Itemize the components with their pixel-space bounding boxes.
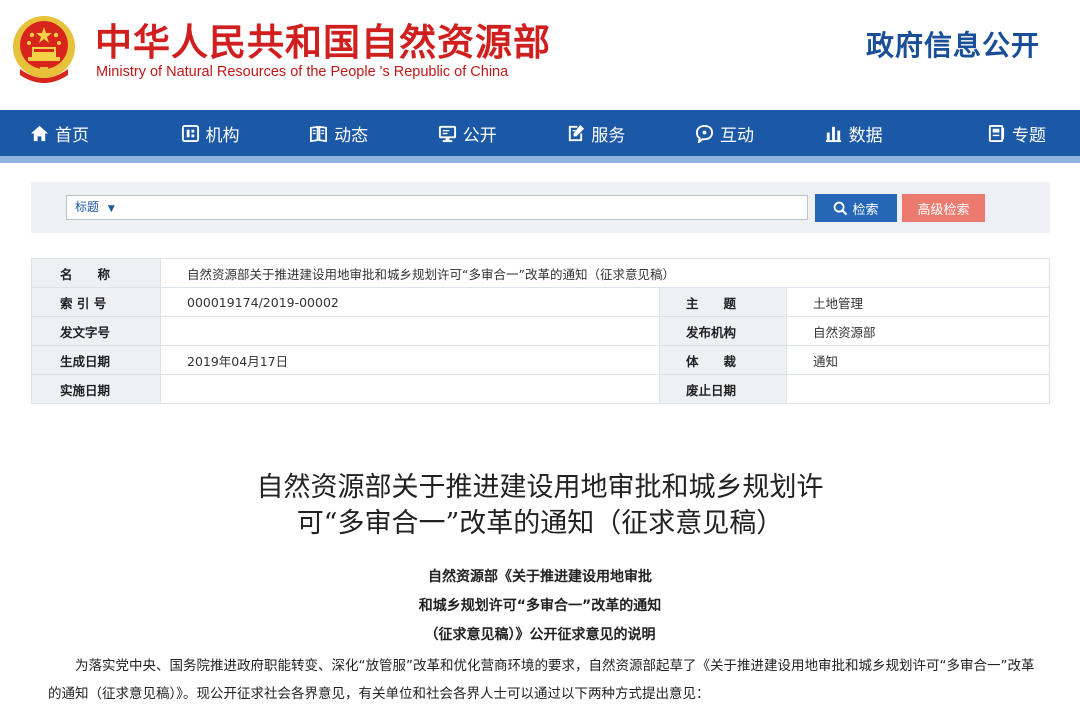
meta-label: 名 称: [31, 258, 161, 288]
search-button[interactable]: 检索: [815, 194, 897, 222]
search-icon: [834, 201, 848, 215]
document-title: 自然资源部关于推进建设用地审批和城乡规划许 可“多审合一”改革的通知（征求意见稿…: [0, 470, 1080, 542]
meta-value: [160, 316, 660, 346]
bar-chart-icon: [825, 126, 841, 142]
meta-label: 生成日期: [31, 345, 161, 375]
meta-label: 废止日期: [659, 374, 787, 404]
national-emblem-icon: [13, 16, 75, 83]
document-title-line: 可“多审合一”改革的通知（征求意见稿）: [296, 508, 784, 539]
monitor-icon: [438, 125, 456, 142]
meta-label: 发文字号: [31, 316, 161, 346]
meta-label: 主 题: [659, 287, 787, 317]
main-nav: 首页 机构 动态 公开 服务 互动 数据 专题: [0, 110, 1080, 163]
table-row: 实施日期 废止日期: [31, 374, 1050, 404]
ministry-cn-name: 中华人民共和国自然资源部: [95, 21, 551, 64]
subtitle-line: （征求意见稿）》公开征求意见的说明: [424, 627, 656, 643]
meta-value: 土地管理: [786, 287, 1050, 317]
table-row: 索 引 号 000019174/2019-00002 主 题 土地管理: [31, 287, 1050, 317]
search-input[interactable]: [132, 197, 796, 220]
book-icon: [310, 125, 328, 142]
search-button-label: 检索: [852, 202, 879, 218]
nav-label: 公开: [462, 125, 497, 146]
nav-label: 首页: [55, 125, 89, 146]
document-title-line: 自然资源部关于推进建设用地审批和城乡规划许: [256, 472, 824, 503]
nav-label: 数据: [848, 125, 883, 146]
search-box: 标题 ▼: [66, 195, 808, 220]
meta-label: 体 裁: [659, 345, 787, 375]
document-meta-table: 名 称 自然资源部关于推进建设用地审批和城乡规划许可“多审合一”改革的通知（征求…: [31, 258, 1050, 404]
nav-item-news[interactable]: 动态: [274, 110, 403, 156]
nav-item-interact[interactable]: 互动: [660, 110, 789, 156]
meta-value: [786, 374, 1050, 404]
gov-info-open-title: 政府信息公开: [865, 29, 1040, 62]
nav-item-service[interactable]: 服务: [532, 110, 661, 156]
nav-label: 互动: [719, 125, 754, 146]
meta-value: 通知: [786, 345, 1050, 375]
subtitle-line: 和城乡规划许可“多审合一”改革的通知: [418, 598, 662, 614]
body-paragraph: 为落实党中央、国务院推进政府职能转变、深化“放管服”改革和优化营商环境的要求，自…: [48, 658, 1035, 702]
nav-item-org[interactable]: 机构: [146, 110, 275, 156]
subtitle-line: 自然资源部《关于推进建设用地审批: [428, 569, 652, 585]
meta-value: 000019174/2019-00002: [160, 287, 660, 317]
search-type-label: 标题: [75, 200, 100, 214]
nav-item-public[interactable]: 公开: [403, 110, 532, 156]
meta-value: 自然资源部: [786, 316, 1050, 346]
meta-label: 发布机构: [659, 316, 787, 346]
ministry-en-name: Ministry of Natural Resources of the Peo…: [96, 64, 509, 80]
search-type-dropdown[interactable]: 标题 ▼: [75, 196, 115, 219]
caret-down-icon: ▼: [107, 204, 115, 214]
meta-value: [160, 374, 660, 404]
nav-item-home[interactable]: 首页: [0, 110, 146, 156]
meta-value: 自然资源部关于推进建设用地审批和城乡规划许可“多审合一”改革的通知（征求意见稿）: [160, 258, 1050, 288]
org-icon: [181, 124, 199, 142]
nav-label: 机构: [205, 125, 240, 146]
nav-item-topic[interactable]: 专题: [917, 110, 1080, 156]
edit-doc-icon: [569, 124, 585, 141]
search-bar: 标题 ▼ 检索 高级检索: [31, 182, 1050, 233]
meta-label: 索 引 号: [31, 287, 161, 317]
table-row: 生成日期 2019年04月17日 体 裁 通知: [31, 345, 1050, 375]
nav-label: 服务: [591, 125, 626, 146]
site-header: 中华人民共和国自然资源部 Ministry of Natural Resourc…: [0, 0, 1080, 110]
chat-icon: [695, 124, 714, 143]
meta-label: 实施日期: [31, 374, 161, 404]
advanced-search-button[interactable]: 高级检索: [902, 194, 985, 222]
nav-label: 专题: [1012, 125, 1047, 146]
nav-item-data[interactable]: 数据: [789, 110, 918, 156]
nav-label: 动态: [334, 125, 369, 146]
table-row: 名 称 自然资源部关于推进建设用地审批和城乡规划许可“多审合一”改革的通知（征求…: [31, 258, 1050, 288]
meta-value: 2019年04月17日: [160, 345, 660, 375]
table-row: 发文字号 发布机构 自然资源部: [31, 316, 1050, 346]
topic-icon: [988, 124, 1005, 142]
home-icon: [30, 125, 49, 141]
